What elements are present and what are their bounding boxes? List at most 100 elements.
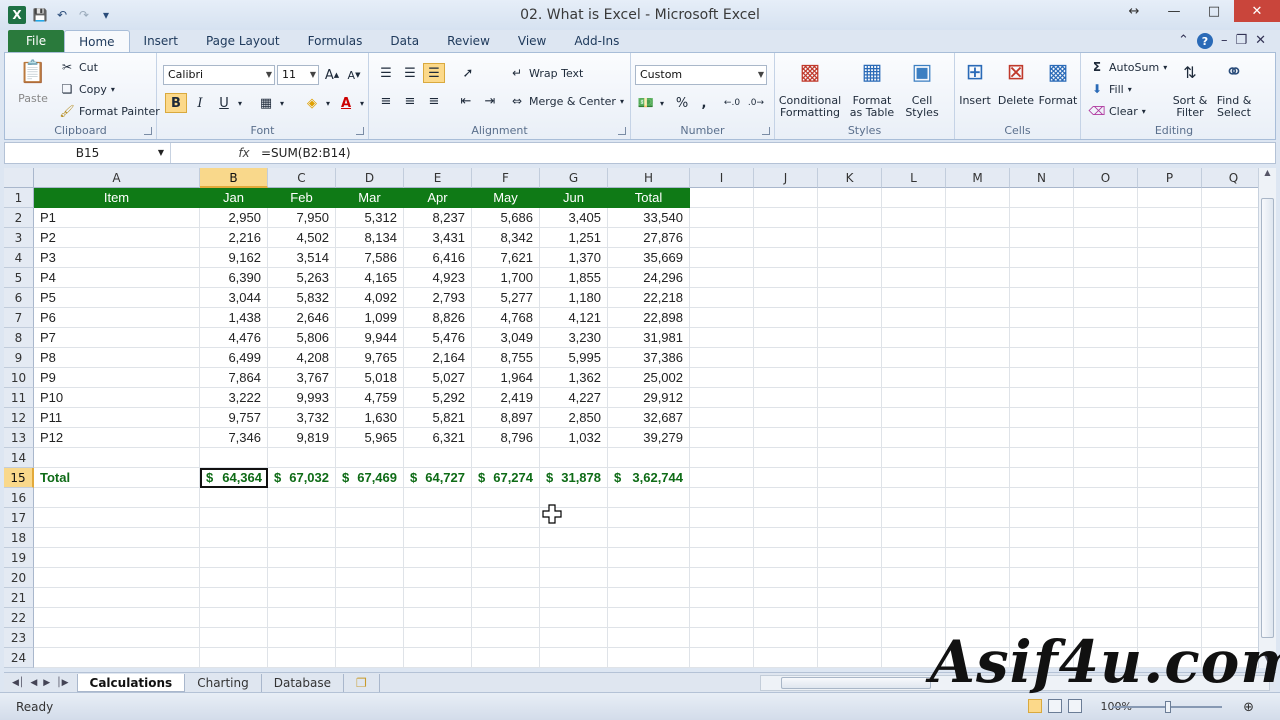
cell-b12[interactable]: 9,757 [200,408,268,428]
cell-c22[interactable] [268,608,336,628]
clipboard-launcher-icon[interactable] [144,127,152,135]
cell-c8[interactable]: 5,806 [268,328,336,348]
cell-d18[interactable] [336,528,404,548]
cell-k24[interactable] [818,648,882,668]
paste-button[interactable]: 📋 Paste [13,57,53,105]
tab-home[interactable]: Home [64,30,130,52]
cell-p11[interactable] [1138,388,1202,408]
cell-k7[interactable] [818,308,882,328]
cell-g4[interactable]: 1,370 [540,248,608,268]
cell-n14[interactable] [1010,448,1074,468]
row-header-6[interactable]: 6 [4,288,34,308]
cell-b23[interactable] [200,628,268,648]
cell-b4[interactable]: 9,162 [200,248,268,268]
cell-b24[interactable] [200,648,268,668]
restore-move-icon[interactable]: ↔ [1114,0,1154,22]
column-header-g[interactable]: G [540,168,608,188]
cell-b7[interactable]: 1,438 [200,308,268,328]
cell-o12[interactable] [1074,408,1138,428]
cell-l14[interactable] [882,448,946,468]
cell-b13[interactable]: 7,346 [200,428,268,448]
accounting-dropdown-icon[interactable]: ▾ [651,93,673,113]
cell-l13[interactable] [882,428,946,448]
zoom-slider[interactable] [1112,701,1222,713]
row-header-12[interactable]: 12 [4,408,34,428]
cell-c9[interactable]: 4,208 [268,348,336,368]
cell-n23[interactable] [1010,628,1074,648]
cell-g6[interactable]: 1,180 [540,288,608,308]
cell-m17[interactable] [946,508,1010,528]
underline-dropdown-icon[interactable]: ▾ [229,93,251,113]
cell-c16[interactable] [268,488,336,508]
cell-c11[interactable]: 9,993 [268,388,336,408]
cell-m10[interactable] [946,368,1010,388]
zoom-slider-knob[interactable] [1165,701,1171,713]
cell-l17[interactable] [882,508,946,528]
row-header-20[interactable]: 20 [4,568,34,588]
cell-d17[interactable] [336,508,404,528]
cell-p24[interactable] [1138,648,1202,668]
column-header-d[interactable]: D [336,168,404,188]
cell-k23[interactable] [818,628,882,648]
cell-a16[interactable] [34,488,200,508]
cell-d20[interactable] [336,568,404,588]
cell-styles-button[interactable]: ▣ Cell Styles [899,57,945,119]
cell-a13[interactable]: P12 [34,428,200,448]
tab-data[interactable]: Data [376,30,433,52]
cell-c21[interactable] [268,588,336,608]
cell-n3[interactable] [1010,228,1074,248]
cell-q7[interactable] [1202,308,1258,328]
cell-g9[interactable]: 5,995 [540,348,608,368]
cell-j9[interactable] [754,348,818,368]
vertical-scrollbar[interactable]: ▲ ▼ [1258,168,1276,668]
undo-icon[interactable]: ↶ [54,7,70,23]
cell-g11[interactable]: 4,227 [540,388,608,408]
cell-g8[interactable]: 3,230 [540,328,608,348]
cell-i10[interactable] [690,368,754,388]
cell-q17[interactable] [1202,508,1258,528]
cell-m2[interactable] [946,208,1010,228]
cell-j19[interactable] [754,548,818,568]
column-header-n[interactable]: N [1010,168,1074,188]
column-header-c[interactable]: C [268,168,336,188]
cell-i22[interactable] [690,608,754,628]
percent-icon[interactable]: % [671,93,693,113]
worksheet-grid[interactable]: A B C D E F G H I J K L M N O P Q 1 Item Jan Feb Mar Apr May Jun… [4,168,1258,668]
decrease-decimal-icon[interactable]: .0→ [745,93,767,113]
cell-k16[interactable] [818,488,882,508]
cell-c14[interactable] [268,448,336,468]
cell-n18[interactable] [1010,528,1074,548]
cell-a19[interactable] [34,548,200,568]
cell-i8[interactable] [690,328,754,348]
cell-d12[interactable]: 1,630 [336,408,404,428]
cell-e19[interactable] [404,548,472,568]
cell-f9[interactable]: 8,755 [472,348,540,368]
cell-o20[interactable] [1074,568,1138,588]
cell-p13[interactable] [1138,428,1202,448]
cell-f3[interactable]: 8,342 [472,228,540,248]
cell-c12[interactable]: 3,732 [268,408,336,428]
cell-h2[interactable]: 33,540 [608,208,690,228]
cell-c5[interactable]: 5,263 [268,268,336,288]
minimize-button[interactable]: — [1154,0,1194,22]
customize-qat-icon[interactable]: ▾ [98,7,114,23]
cell-f21[interactable] [472,588,540,608]
cell-d4[interactable]: 7,586 [336,248,404,268]
cell-o1[interactable] [1074,188,1138,208]
cell-d7[interactable]: 1,099 [336,308,404,328]
sheet-tab-charting[interactable]: Charting [185,673,262,692]
cell-j3[interactable] [754,228,818,248]
cell-c3[interactable]: 4,502 [268,228,336,248]
cell-q15[interactable] [1202,468,1258,488]
cell-o14[interactable] [1074,448,1138,468]
cell-a14[interactable] [34,448,200,468]
decrease-indent-icon[interactable]: ⇤ [455,91,477,111]
cell-o9[interactable] [1074,348,1138,368]
cell-b15[interactable]: $64,364 [200,468,268,488]
cell-l9[interactable] [882,348,946,368]
cell-k20[interactable] [818,568,882,588]
cell-i9[interactable] [690,348,754,368]
cell-g10[interactable]: 1,362 [540,368,608,388]
clear-button[interactable]: ⌫ Clear ▾ [1089,103,1146,119]
cell-g7[interactable]: 4,121 [540,308,608,328]
